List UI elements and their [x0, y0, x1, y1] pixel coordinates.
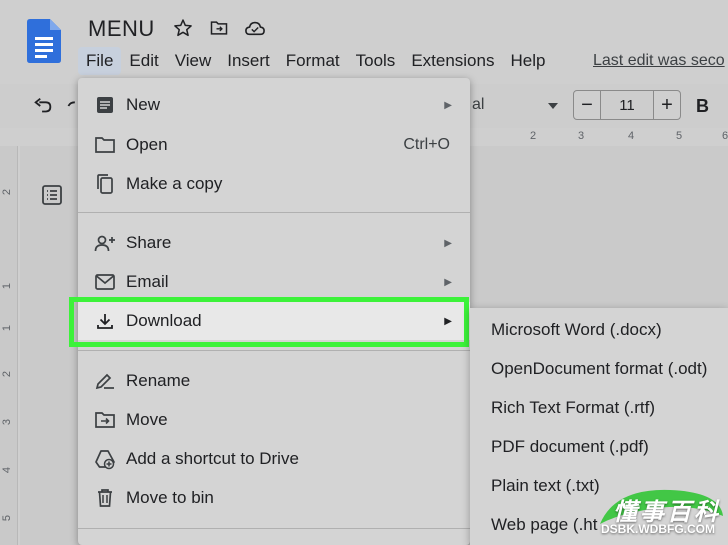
pencil-icon	[94, 370, 116, 392]
menu-insert[interactable]: Insert	[219, 47, 278, 75]
mail-icon	[94, 271, 116, 293]
decrease-font-size-button[interactable]: −	[573, 90, 601, 120]
menu-file[interactable]: File	[78, 47, 122, 75]
menu-item-label: Open	[126, 135, 168, 154]
ruler-tick: 2	[530, 130, 537, 142]
ruler-tick: 6	[722, 130, 728, 142]
menu-bar: File Edit View Insert Format Tools Exten…	[78, 46, 553, 76]
chevron-down-icon[interactable]	[546, 99, 560, 113]
increase-font-size-button[interactable]: +	[653, 90, 681, 120]
ruler-tick: 5	[1, 514, 14, 522]
docs-logo-icon[interactable]	[27, 19, 61, 63]
vertical-ruler[interactable]: 2 1 1 2 3 4 5	[0, 146, 18, 545]
horizontal-ruler[interactable]: 2 3 4 5 6	[470, 130, 728, 144]
document-icon	[94, 94, 116, 116]
menu-item-label: Move to bin	[126, 488, 214, 507]
file-menu-move-to-bin[interactable]: Move to bin	[78, 479, 470, 517]
folder-icon	[94, 134, 116, 156]
ruler-tick: 2	[1, 188, 14, 196]
ruler-tick: 3	[578, 130, 585, 142]
download-html[interactable]: Web page (.ht	[491, 515, 597, 535]
download-odt[interactable]: OpenDocument format (.odt)	[491, 359, 707, 379]
menu-item-label: Email	[126, 272, 169, 291]
submenu-arrow-icon: ▶	[444, 99, 452, 111]
file-menu-add-shortcut[interactable]: Add a shortcut to Drive	[78, 440, 470, 478]
font-size-control: − 11 +	[573, 90, 681, 120]
download-rtf[interactable]: Rich Text Format (.rtf)	[491, 398, 655, 418]
font-size-input[interactable]: 11	[601, 90, 653, 120]
ruler-tick: 3	[1, 418, 14, 426]
menu-item-label: Rename	[126, 371, 191, 390]
menu-format[interactable]: Format	[278, 47, 348, 75]
ruler-tick: 1	[1, 324, 14, 332]
menu-item-label: Add a shortcut to Drive	[126, 449, 299, 468]
ruler-tick: 2	[1, 370, 14, 378]
download-highlight-frame	[69, 297, 469, 347]
move-folder-icon	[94, 409, 116, 431]
bold-button[interactable]: B	[696, 96, 709, 117]
document-outline-icon[interactable]	[40, 183, 64, 207]
ruler-tick: 5	[676, 130, 683, 142]
file-menu-share[interactable]: Share ▶	[78, 224, 470, 262]
menu-view[interactable]: View	[167, 47, 220, 75]
file-menu-open[interactable]: Open Ctrl+O	[78, 126, 470, 164]
menu-item-label: Share	[126, 233, 172, 252]
download-txt[interactable]: Plain text (.txt)	[491, 476, 600, 496]
menu-divider	[78, 350, 470, 351]
menu-extensions[interactable]: Extensions	[403, 47, 502, 75]
menu-divider	[78, 212, 470, 213]
drive-shortcut-icon	[94, 448, 116, 470]
star-icon[interactable]	[172, 17, 194, 39]
file-menu-rename[interactable]: Rename	[78, 362, 470, 400]
download-docx[interactable]: Microsoft Word (.docx)	[491, 320, 662, 340]
watermark-url: DSBK.WDBFG.COM	[601, 522, 715, 536]
title-actions	[172, 17, 266, 39]
file-menu-move[interactable]: Move	[78, 401, 470, 439]
cloud-status-icon[interactable]	[244, 17, 266, 39]
keyboard-shortcut: Ctrl+O	[403, 136, 450, 153]
move-folder-icon[interactable]	[208, 17, 230, 39]
document-title[interactable]: MENU	[88, 16, 155, 42]
menu-divider	[78, 528, 470, 529]
menu-item-label: New	[126, 95, 161, 114]
trash-icon	[94, 487, 116, 509]
watermark: 懂事百科 DSBK.WDBFG.COM	[593, 486, 728, 545]
ruler-tick: 1	[1, 282, 14, 290]
ruler-tick: 4	[1, 466, 14, 474]
menu-item-label: Make a copy	[126, 174, 223, 193]
submenu-arrow-icon: ▶	[444, 276, 452, 288]
menu-item-label: Move	[126, 410, 168, 429]
add-person-icon	[94, 232, 116, 254]
copy-icon	[94, 173, 116, 195]
file-menu-make-copy[interactable]: Make a copy	[78, 165, 470, 203]
submenu-arrow-icon: ▶	[444, 237, 452, 249]
undo-icon[interactable]	[32, 95, 54, 117]
file-menu-new[interactable]: New ▶	[78, 86, 470, 124]
menu-edit[interactable]: Edit	[121, 47, 166, 75]
last-edit-link[interactable]: Last edit was seco	[593, 52, 725, 70]
menu-help[interactable]: Help	[502, 47, 553, 75]
file-menu-email[interactable]: Email ▶	[78, 263, 470, 301]
menu-tools[interactable]: Tools	[348, 47, 404, 75]
download-pdf[interactable]: PDF document (.pdf)	[491, 437, 649, 457]
font-family-select[interactable]: al	[472, 96, 484, 114]
ruler-tick: 4	[628, 130, 635, 142]
